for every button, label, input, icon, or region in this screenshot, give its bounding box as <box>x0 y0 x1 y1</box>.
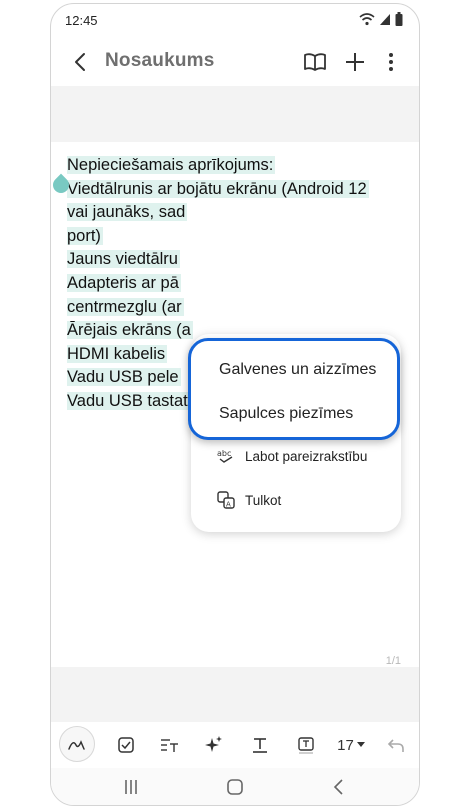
status-time: 12:45 <box>65 13 98 28</box>
back-arrow-icon[interactable] <box>69 50 93 74</box>
signal-icon <box>380 14 390 25</box>
text-style-icon <box>161 739 178 752</box>
meeting-notes-item[interactable]: Sapulces piezīmes <box>219 405 353 423</box>
page-title[interactable]: Nosaukums <box>105 50 215 72</box>
chevron-down-icon <box>356 742 365 747</box>
text-underline-button[interactable] <box>245 730 275 760</box>
pen-mode-button[interactable] <box>59 726 95 762</box>
checkbox-icon <box>118 737 134 753</box>
note-line: Adapteris ar pā <box>67 273 181 292</box>
text-box-icon <box>298 737 314 754</box>
system-nav-bar <box>51 768 419 805</box>
note-line: Nepieciešamais aprīkojums: <box>67 156 276 174</box>
translate-item[interactable]: A Tulkot <box>217 491 281 509</box>
font-size-value: 17 <box>337 736 354 754</box>
font-size-dropdown[interactable]: 17 <box>333 730 369 760</box>
footer-band <box>51 667 419 722</box>
header-band <box>51 86 419 142</box>
home-icon[interactable] <box>225 778 245 796</box>
more-options-icon[interactable] <box>377 48 405 76</box>
note-line: centrmezglu (ar <box>67 297 184 316</box>
book-view-icon[interactable] <box>301 48 329 76</box>
note-line: port) <box>67 226 103 245</box>
wifi-icon <box>359 13 375 26</box>
text-box-button[interactable] <box>291 730 321 760</box>
spell-check-icon: abc <box>217 449 233 463</box>
editor-toolbar: 17 <box>51 722 419 768</box>
app-bar: Nosaukums <box>51 38 419 86</box>
svg-text:A: A <box>226 501 231 509</box>
translate-icon: A <box>217 491 235 509</box>
status-icons <box>359 12 403 26</box>
add-icon[interactable] <box>341 48 369 76</box>
svg-text:abc: abc <box>217 449 231 458</box>
recent-apps-icon[interactable] <box>121 778 141 796</box>
note-line: Jauns viedtālru <box>67 250 180 269</box>
back-nav-icon[interactable] <box>329 778 349 796</box>
headings-bullets-item[interactable]: Galvenes un aizzīmes <box>219 361 376 379</box>
checkbox-button[interactable] <box>111 730 141 760</box>
page-indicator: 1/1 <box>385 655 401 667</box>
undo-icon <box>387 739 404 752</box>
phone-frame: 12:45 Nosaukums Nepieciešamais aprīkojum… <box>50 3 420 806</box>
text-icon <box>253 738 267 753</box>
undo-button[interactable] <box>381 730 411 760</box>
note-editor[interactable]: Nepieciešamais aprīkojums: Viedtālrunis … <box>51 142 419 667</box>
battery-icon <box>395 12 403 26</box>
sparkle-icon <box>205 736 222 752</box>
pen-icon <box>68 740 85 750</box>
note-line: Viedtālrunis ar bojātu ekrānu (Android 1… <box>67 179 369 198</box>
status-bar: 12:45 <box>51 4 419 38</box>
spell-check-item[interactable]: abc Labot pareizrakstību <box>217 448 367 464</box>
text-format-button[interactable] <box>155 730 185 760</box>
note-line: vai jaunāks, sad <box>67 203 188 222</box>
highlighted-options: Galvenes un aizzīmes Sapulces piezīmes <box>188 338 400 440</box>
ai-assist-button[interactable] <box>199 730 229 760</box>
